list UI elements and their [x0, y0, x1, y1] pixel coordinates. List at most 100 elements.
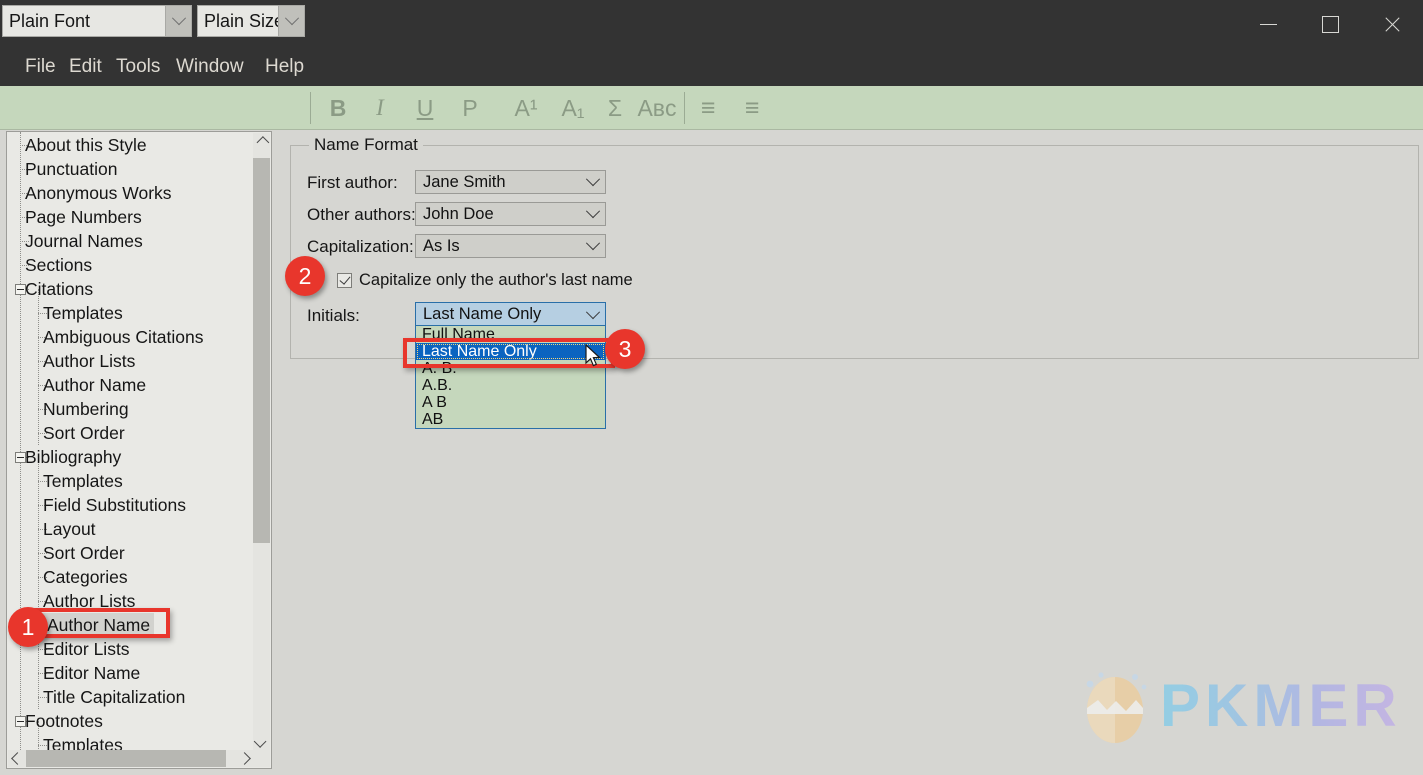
- sidebar-item-label: Sort Order: [43, 543, 125, 563]
- maximize-button[interactable]: [1299, 0, 1361, 48]
- capitalization-combo[interactable]: As Is: [415, 234, 606, 258]
- toolbar-separator: [684, 92, 685, 124]
- sidebar-item-templates[interactable]: Templates: [43, 469, 123, 493]
- dropdown-option[interactable]: A B: [416, 394, 605, 411]
- dropdown-option[interactable]: AB: [416, 411, 605, 428]
- first-author-value: Jane Smith: [423, 172, 506, 191]
- sidebar-item-label: Title Capitalization: [43, 687, 186, 707]
- sidebar-item-label: Journal Names: [25, 231, 143, 251]
- sidebar-item-label: Bibliography: [25, 447, 122, 467]
- menu-item-file[interactable]: File: [19, 54, 62, 80]
- sidebar-item-sort-order[interactable]: Sort Order: [43, 421, 125, 445]
- sidebar-item-editor-name[interactable]: Editor Name: [43, 661, 140, 685]
- plain-button[interactable]: P: [452, 90, 488, 126]
- sidebar-item-label: Sort Order: [43, 423, 125, 443]
- sidebar-item-label: About this Style: [25, 135, 147, 155]
- menu-item-tools[interactable]: Tools: [110, 54, 166, 80]
- sidebar-item-bibliography[interactable]: Bibliography: [25, 445, 121, 469]
- sidebar-item-label: Citations: [25, 279, 94, 299]
- size-combo-chevron-down-icon[interactable]: [278, 6, 304, 36]
- initials-combo-chevron-down-icon[interactable]: [583, 303, 603, 326]
- align-center-button[interactable]: ≡: [734, 90, 770, 126]
- sidebar-item-about-this-style[interactable]: About this Style: [25, 133, 147, 157]
- style-sections-tree[interactable]: About this Style Punctuation Anonymous Wor…: [6, 131, 272, 769]
- underline-button[interactable]: U: [407, 90, 443, 126]
- dropdown-item-highlight: [403, 338, 615, 368]
- sidebar-item-templates[interactable]: Templates: [43, 301, 123, 325]
- sidebar-item-journal-names[interactable]: Journal Names: [25, 229, 143, 253]
- annotation-badge-1: 1: [8, 607, 48, 647]
- sidebar-item-anonymous-works[interactable]: Anonymous Works: [25, 181, 172, 205]
- capitalize-last-name-checkbox-row[interactable]: Capitalize only the author's last name: [337, 271, 633, 290]
- sidebar-item-label: Categories: [43, 567, 128, 587]
- sidebar-item-author-name[interactable]: Author Name: [43, 373, 146, 397]
- menu-item-window[interactable]: Window: [170, 54, 250, 80]
- initials-combo[interactable]: Last Name Only: [415, 302, 606, 327]
- scroll-left-button[interactable]: [8, 750, 26, 767]
- scroll-right-button[interactable]: [235, 750, 253, 767]
- other-authors-value: John Doe: [423, 204, 494, 223]
- sidebar-item-page-numbers[interactable]: Page Numbers: [25, 205, 142, 229]
- tree-vertical-scrollbar[interactable]: [253, 133, 270, 750]
- subscript-button[interactable]: A₁: [552, 90, 594, 126]
- sidebar-item-label: Author Name: [43, 375, 147, 395]
- italic-button[interactable]: I: [362, 90, 398, 126]
- sigma-icon: Σ: [607, 94, 623, 121]
- sidebar-item-numbering[interactable]: Numbering: [43, 397, 129, 421]
- other-authors-label: Other authors:: [307, 205, 416, 224]
- close-button[interactable]: [1361, 0, 1423, 48]
- tree-items-container: About this Style Punctuation Anonymous Wor…: [7, 132, 255, 752]
- horizontal-scroll-thumb[interactable]: [26, 750, 226, 767]
- dropdown-option[interactable]: A.B.: [416, 377, 605, 394]
- subscript-icon: A₁: [561, 94, 585, 121]
- superscript-button[interactable]: A¹: [505, 90, 547, 126]
- bold-button[interactable]: B: [320, 90, 356, 126]
- align-left-button[interactable]: ≡: [690, 90, 726, 126]
- settings-pane: Name Format First author: Jane Smith Other…: [276, 131, 1423, 775]
- sidebar-item-author-lists[interactable]: Author Lists: [43, 349, 135, 373]
- italic-icon: I: [376, 95, 384, 120]
- smallcaps-button[interactable]: Aʙᴄ: [634, 90, 680, 126]
- sidebar-item-ambiguous-citations[interactable]: Ambiguous Citations: [43, 325, 204, 349]
- sidebar-item-label: Numbering: [43, 399, 129, 419]
- sidebar-item-punctuation[interactable]: Punctuation: [25, 157, 117, 181]
- other-authors-chevron-down-icon[interactable]: [583, 203, 603, 225]
- font-combo[interactable]: Plain Font: [2, 5, 192, 37]
- sidebar-author-name-highlight: [34, 608, 170, 638]
- scroll-down-button[interactable]: [253, 732, 270, 750]
- sidebar-item-sort-order[interactable]: Sort Order: [43, 541, 125, 565]
- sidebar-item-citations[interactable]: Citations: [25, 277, 93, 301]
- tree-connector-line: [38, 457, 39, 709]
- minimize-icon: [1259, 23, 1277, 25]
- sidebar-item-title-capitalization[interactable]: Title Capitalization: [43, 685, 185, 709]
- capitalize-last-name-checkbox[interactable]: [337, 273, 352, 288]
- sidebar-item-sections[interactable]: Sections: [25, 253, 92, 277]
- maximize-icon: [1321, 15, 1339, 33]
- sidebar-item-label: Anonymous Works: [25, 183, 172, 203]
- sidebar-item-field-substitutions[interactable]: Field Substitutions: [43, 493, 186, 517]
- minimize-button[interactable]: [1237, 0, 1299, 48]
- sidebar-item-label: Editor Name: [43, 663, 141, 683]
- capitalization-chevron-down-icon[interactable]: [583, 235, 603, 257]
- sidebar-item-footnotes[interactable]: Footnotes: [25, 709, 103, 733]
- superscript-icon: A¹: [514, 94, 538, 121]
- menu-item-help[interactable]: Help: [259, 54, 310, 80]
- first-author-chevron-down-icon[interactable]: [583, 171, 603, 193]
- sidebar-item-categories[interactable]: Categories: [43, 565, 128, 589]
- other-authors-combo[interactable]: John Doe: [415, 202, 606, 226]
- first-author-combo[interactable]: Jane Smith: [415, 170, 606, 194]
- font-combo-chevron-down-icon[interactable]: [165, 6, 191, 36]
- capitalize-last-name-label: Capitalize only the author's last name: [359, 271, 633, 289]
- sidebar-item-editor-lists[interactable]: Editor Lists: [43, 637, 130, 661]
- sigma-button[interactable]: Σ: [598, 90, 632, 126]
- close-icon: [1383, 15, 1402, 34]
- tree-horizontal-scrollbar[interactable]: [8, 750, 253, 767]
- initials-combo-value: Last Name Only: [423, 305, 542, 323]
- size-combo[interactable]: Plain Size: [197, 5, 305, 37]
- tree-connector-line: [20, 132, 21, 752]
- sidebar-item-layout[interactable]: Layout: [43, 517, 96, 541]
- vertical-scroll-thumb[interactable]: [253, 158, 270, 543]
- capitalization-label: Capitalization:: [307, 237, 414, 256]
- menu-item-edit[interactable]: Edit: [63, 54, 108, 80]
- scroll-up-button[interactable]: [253, 133, 270, 151]
